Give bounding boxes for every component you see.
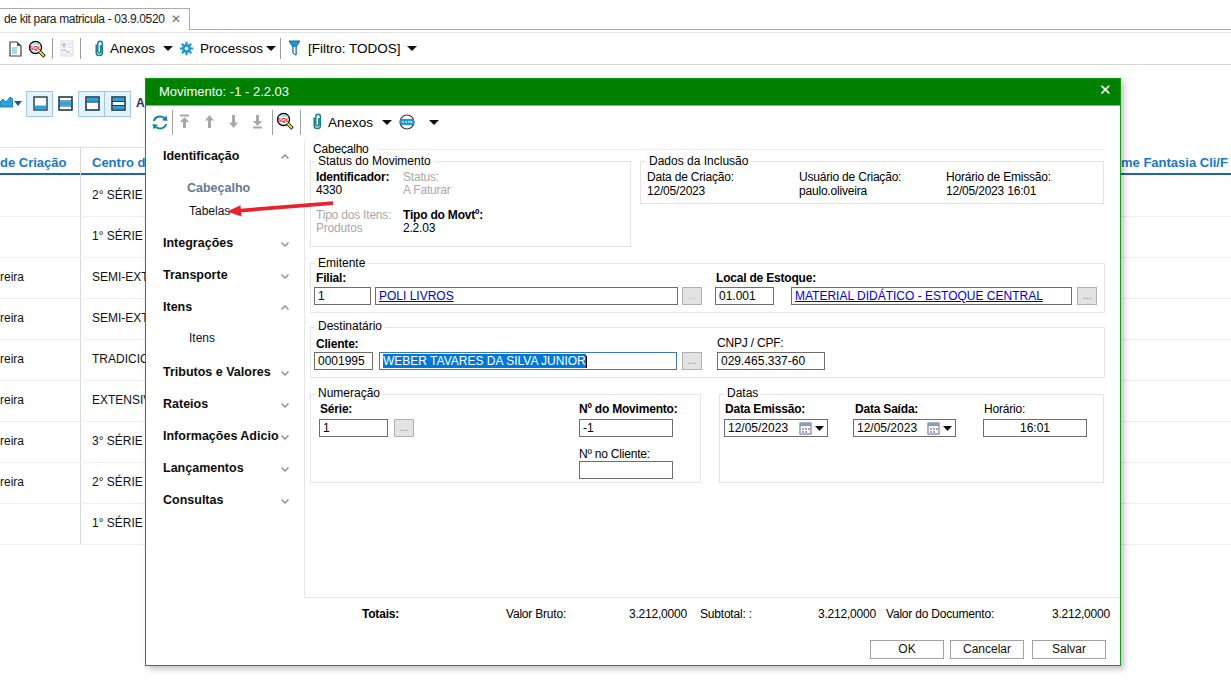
svg-text:SQL: SQL: [29, 45, 42, 51]
svg-text:SQL: SQL: [277, 117, 290, 123]
